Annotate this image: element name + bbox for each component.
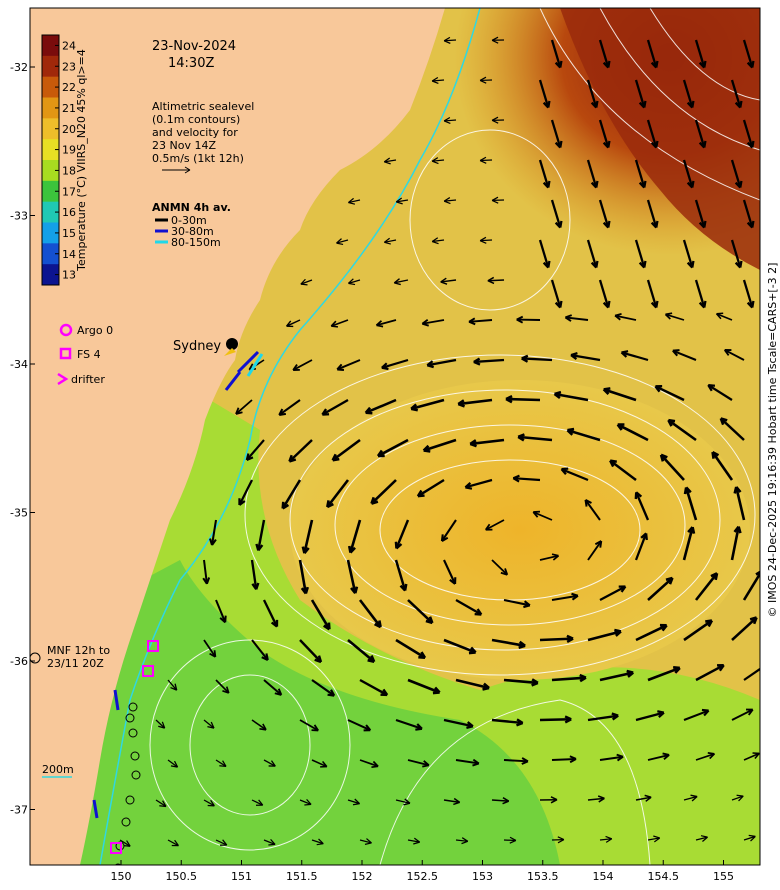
colorbar-tick-label: 19	[62, 144, 76, 157]
argo-legend-label: Argo 0	[77, 324, 113, 337]
colorbar-tick-label: 24	[62, 39, 76, 52]
mnf-label-line2: 23/11 20Z	[47, 657, 104, 670]
colorbar-tick-label: 23	[62, 60, 76, 73]
y-tick-label: -33	[10, 210, 28, 223]
x-tick-label: 151.5	[286, 870, 318, 883]
altimetry-line: 0.5m/s (1kt 12h)	[152, 152, 244, 165]
altimetry-line: (0.1m contours)	[152, 113, 240, 126]
x-tick-label: 154	[593, 870, 614, 883]
x-tick-label: 152	[352, 870, 373, 883]
colorbar-tick-label: 16	[62, 206, 76, 219]
colorbar-tick-label: 13	[62, 269, 76, 282]
velocity-arrow	[505, 397, 541, 402]
velocity-arrow-head	[759, 664, 760, 665]
map-time: 14:30Z	[168, 56, 214, 71]
credit-text: © IMOS 24-Dec-2025 19:16:39 Hobart time …	[766, 263, 779, 618]
x-tick-label: 155	[713, 870, 734, 883]
velocity-arrow	[539, 637, 574, 642]
drifter-legend-label: drifter	[71, 373, 105, 386]
sst-map-svg: 24 23 22 21 20 19 18 17 16 15 14 13 Temperature (°C…	[10, 7, 779, 883]
altimetry-line: and velocity for	[152, 126, 238, 139]
y-tick-label: -32	[10, 61, 28, 74]
mnf-label-line1: MNF 12h to	[47, 644, 110, 657]
map-date: 23-Nov-2024	[152, 39, 236, 54]
colorbar-tick-label: 15	[62, 227, 76, 240]
anmn-legend-label: 80-150m	[171, 236, 221, 249]
colorbar-tick-label: 18	[62, 164, 76, 177]
colorbar-tick-label: 14	[62, 248, 76, 261]
y-tick-label: -37	[10, 804, 28, 817]
colorbar-label: Temperature (°C) VIIRS_N20 45% ql>=4	[75, 49, 88, 272]
x-tick-label: 152.5	[407, 870, 439, 883]
colorbar-tick-label: 21	[62, 102, 76, 115]
sst-map-figure: 24 23 22 21 20 19 18 17 16 15 14 13 Temperature (°C…	[0, 0, 780, 890]
map-area	[30, 8, 760, 865]
y-tick-label: -36	[10, 655, 28, 668]
colorbar-tick-label: 20	[62, 123, 76, 136]
isobath-label: 200m	[42, 763, 74, 776]
y-tick-label: -34	[10, 358, 28, 371]
x-tick-label: 150	[111, 870, 132, 883]
sydney-label: Sydney	[173, 339, 221, 354]
altimetry-line: Altimetric sealevel	[152, 100, 254, 113]
x-tick-label: 150.5	[166, 870, 198, 883]
altimetry-line: 23 Nov 14Z	[152, 139, 216, 152]
x-tick-label: 153.5	[527, 870, 559, 883]
colorbar-tick-label: 17	[62, 185, 76, 198]
velocity-arrow	[539, 718, 572, 722]
anmn-legend-title: ANMN 4h av.	[152, 201, 231, 214]
colorbar-tick-label: 22	[62, 81, 76, 94]
x-tick-label: 154.5	[648, 870, 680, 883]
fs-legend-label: FS 4	[77, 348, 101, 361]
x-tick-label: 151	[231, 870, 252, 883]
y-tick-label: -35	[10, 507, 28, 520]
x-tick-label: 153	[472, 870, 493, 883]
